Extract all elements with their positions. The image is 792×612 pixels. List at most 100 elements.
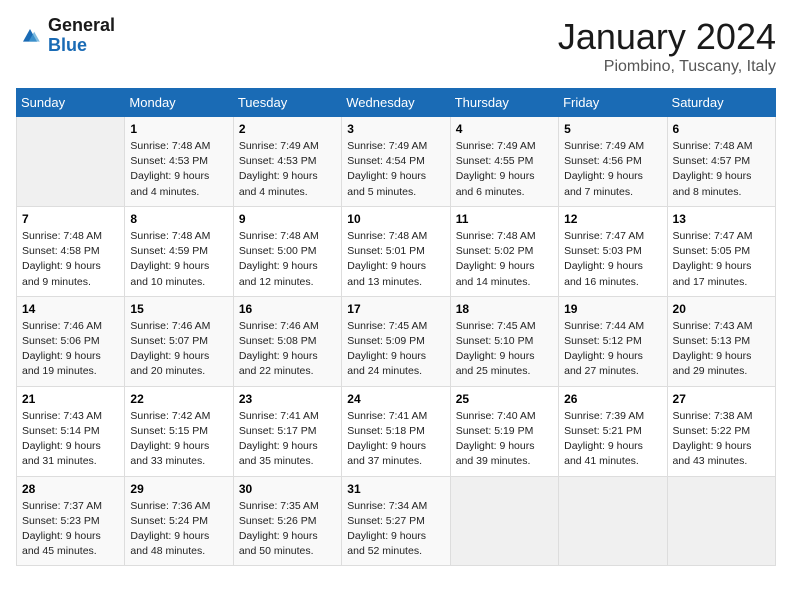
header-cell-friday: Friday	[559, 89, 667, 117]
day-detail: Sunrise: 7:48 AMSunset: 5:02 PMDaylight:…	[456, 229, 553, 290]
calendar-cell: 29 Sunrise: 7:36 AMSunset: 5:24 PMDayligh…	[125, 476, 233, 566]
day-detail: Sunrise: 7:49 AMSunset: 4:55 PMDaylight:…	[456, 139, 553, 200]
day-number: 15	[130, 302, 227, 316]
calendar-cell: 9 Sunrise: 7:48 AMSunset: 5:00 PMDaylight…	[233, 206, 341, 296]
calendar-cell: 3 Sunrise: 7:49 AMSunset: 4:54 PMDaylight…	[342, 117, 450, 207]
day-number: 17	[347, 302, 444, 316]
header-cell-wednesday: Wednesday	[342, 89, 450, 117]
day-number: 28	[22, 482, 119, 496]
calendar-header: SundayMondayTuesdayWednesdayThursdayFrid…	[17, 89, 776, 117]
calendar-cell	[559, 476, 667, 566]
day-detail: Sunrise: 7:48 AMSunset: 4:59 PMDaylight:…	[130, 229, 227, 290]
header-row: SundayMondayTuesdayWednesdayThursdayFrid…	[17, 89, 776, 117]
day-detail: Sunrise: 7:46 AMSunset: 5:08 PMDaylight:…	[239, 319, 336, 380]
day-number: 3	[347, 122, 444, 136]
calendar-cell: 27 Sunrise: 7:38 AMSunset: 5:22 PMDayligh…	[667, 386, 775, 476]
calendar-subtitle: Piombino, Tuscany, Italy	[558, 58, 776, 76]
day-number: 20	[673, 302, 770, 316]
day-number: 23	[239, 392, 336, 406]
header-cell-thursday: Thursday	[450, 89, 558, 117]
day-detail: Sunrise: 7:48 AMSunset: 4:53 PMDaylight:…	[130, 139, 227, 200]
day-detail: Sunrise: 7:36 AMSunset: 5:24 PMDaylight:…	[130, 499, 227, 560]
title-area: January 2024 Piombino, Tuscany, Italy	[558, 16, 776, 76]
calendar-cell: 28Sunrise: 7:37 AMSunset: 5:23 PMDayligh…	[17, 476, 125, 566]
day-detail: Sunrise: 7:34 AMSunset: 5:27 PMDaylight:…	[347, 499, 444, 560]
calendar-cell: 12Sunrise: 7:47 AMSunset: 5:03 PMDayligh…	[559, 206, 667, 296]
day-detail: Sunrise: 7:46 AMSunset: 5:07 PMDaylight:…	[130, 319, 227, 380]
calendar-cell: 23 Sunrise: 7:41 AMSunset: 5:17 PMDayligh…	[233, 386, 341, 476]
header-cell-tuesday: Tuesday	[233, 89, 341, 117]
calendar-cell: 2 Sunrise: 7:49 AMSunset: 4:53 PMDaylight…	[233, 117, 341, 207]
calendar-title: January 2024	[558, 16, 776, 58]
day-detail: Sunrise: 7:47 AMSunset: 5:03 PMDaylight:…	[564, 229, 661, 290]
calendar-cell: 25Sunrise: 7:40 AMSunset: 5:19 PMDayligh…	[450, 386, 558, 476]
logo-text: General Blue	[48, 16, 115, 56]
day-detail: Sunrise: 7:41 AMSunset: 5:18 PMDaylight:…	[347, 409, 444, 470]
day-detail: Sunrise: 7:45 AMSunset: 5:09 PMDaylight:…	[347, 319, 444, 380]
calendar-cell: 31 Sunrise: 7:34 AMSunset: 5:27 PMDayligh…	[342, 476, 450, 566]
day-number: 8	[130, 212, 227, 226]
calendar-cell: 14Sunrise: 7:46 AMSunset: 5:06 PMDayligh…	[17, 296, 125, 386]
calendar-cell: 7 Sunrise: 7:48 AMSunset: 4:58 PMDaylight…	[17, 206, 125, 296]
calendar-cell: 10 Sunrise: 7:48 AMSunset: 5:01 PMDayligh…	[342, 206, 450, 296]
day-detail: Sunrise: 7:48 AMSunset: 5:01 PMDaylight:…	[347, 229, 444, 290]
calendar-cell: 11 Sunrise: 7:48 AMSunset: 5:02 PMDayligh…	[450, 206, 558, 296]
calendar-cell: 19 Sunrise: 7:44 AMSunset: 5:12 PMDayligh…	[559, 296, 667, 386]
header: General Blue January 2024 Piombino, Tusc…	[16, 16, 776, 76]
calendar-week-4: 21 Sunrise: 7:43 AMSunset: 5:14 PMDayligh…	[17, 386, 776, 476]
day-detail: Sunrise: 7:48 AMSunset: 4:58 PMDaylight:…	[22, 229, 119, 290]
calendar-cell: 22Sunrise: 7:42 AMSunset: 5:15 PMDayligh…	[125, 386, 233, 476]
calendar-table: SundayMondayTuesdayWednesdayThursdayFrid…	[16, 88, 776, 566]
calendar-week-5: 28Sunrise: 7:37 AMSunset: 5:23 PMDayligh…	[17, 476, 776, 566]
day-detail: Sunrise: 7:48 AMSunset: 5:00 PMDaylight:…	[239, 229, 336, 290]
day-number: 9	[239, 212, 336, 226]
calendar-cell: 30Sunrise: 7:35 AMSunset: 5:26 PMDayligh…	[233, 476, 341, 566]
calendar-week-3: 14Sunrise: 7:46 AMSunset: 5:06 PMDayligh…	[17, 296, 776, 386]
logo: General Blue	[16, 16, 115, 56]
calendar-cell: 16 Sunrise: 7:46 AMSunset: 5:08 PMDayligh…	[233, 296, 341, 386]
day-detail: Sunrise: 7:49 AMSunset: 4:54 PMDaylight:…	[347, 139, 444, 200]
day-number: 14	[22, 302, 119, 316]
day-number: 21	[22, 392, 119, 406]
calendar-cell: 4 Sunrise: 7:49 AMSunset: 4:55 PMDaylight…	[450, 117, 558, 207]
calendar-cell: 20 Sunrise: 7:43 AMSunset: 5:13 PMDayligh…	[667, 296, 775, 386]
day-detail: Sunrise: 7:43 AMSunset: 5:13 PMDaylight:…	[673, 319, 770, 380]
day-number: 10	[347, 212, 444, 226]
day-number: 2	[239, 122, 336, 136]
day-number: 31	[347, 482, 444, 496]
day-number: 4	[456, 122, 553, 136]
calendar-cell: 17 Sunrise: 7:45 AMSunset: 5:09 PMDayligh…	[342, 296, 450, 386]
calendar-cell: 15 Sunrise: 7:46 AMSunset: 5:07 PMDayligh…	[125, 296, 233, 386]
day-number: 27	[673, 392, 770, 406]
calendar-cell: 1 Sunrise: 7:48 AMSunset: 4:53 PMDaylight…	[125, 117, 233, 207]
calendar-cell	[667, 476, 775, 566]
day-detail: Sunrise: 7:39 AMSunset: 5:21 PMDaylight:…	[564, 409, 661, 470]
day-detail: Sunrise: 7:44 AMSunset: 5:12 PMDaylight:…	[564, 319, 661, 380]
calendar-cell: 6 Sunrise: 7:48 AMSunset: 4:57 PMDaylight…	[667, 117, 775, 207]
day-number: 16	[239, 302, 336, 316]
calendar-cell: 18Sunrise: 7:45 AMSunset: 5:10 PMDayligh…	[450, 296, 558, 386]
calendar-cell: 26Sunrise: 7:39 AMSunset: 5:21 PMDayligh…	[559, 386, 667, 476]
day-detail: Sunrise: 7:47 AMSunset: 5:05 PMDaylight:…	[673, 229, 770, 290]
day-number: 24	[347, 392, 444, 406]
day-detail: Sunrise: 7:38 AMSunset: 5:22 PMDaylight:…	[673, 409, 770, 470]
day-detail: Sunrise: 7:35 AMSunset: 5:26 PMDaylight:…	[239, 499, 336, 560]
day-detail: Sunrise: 7:41 AMSunset: 5:17 PMDaylight:…	[239, 409, 336, 470]
day-number: 29	[130, 482, 227, 496]
calendar-cell: 8 Sunrise: 7:48 AMSunset: 4:59 PMDaylight…	[125, 206, 233, 296]
day-number: 7	[22, 212, 119, 226]
day-number: 6	[673, 122, 770, 136]
calendar-week-2: 7 Sunrise: 7:48 AMSunset: 4:58 PMDaylight…	[17, 206, 776, 296]
header-cell-saturday: Saturday	[667, 89, 775, 117]
day-detail: Sunrise: 7:49 AMSunset: 4:53 PMDaylight:…	[239, 139, 336, 200]
day-number: 13	[673, 212, 770, 226]
day-detail: Sunrise: 7:48 AMSunset: 4:57 PMDaylight:…	[673, 139, 770, 200]
day-detail: Sunrise: 7:43 AMSunset: 5:14 PMDaylight:…	[22, 409, 119, 470]
calendar-cell	[17, 117, 125, 207]
calendar-body: 1 Sunrise: 7:48 AMSunset: 4:53 PMDaylight…	[17, 117, 776, 566]
day-number: 19	[564, 302, 661, 316]
calendar-cell: 5Sunrise: 7:49 AMSunset: 4:56 PMDaylight…	[559, 117, 667, 207]
calendar-cell: 13 Sunrise: 7:47 AMSunset: 5:05 PMDayligh…	[667, 206, 775, 296]
day-number: 11	[456, 212, 553, 226]
day-number: 1	[130, 122, 227, 136]
